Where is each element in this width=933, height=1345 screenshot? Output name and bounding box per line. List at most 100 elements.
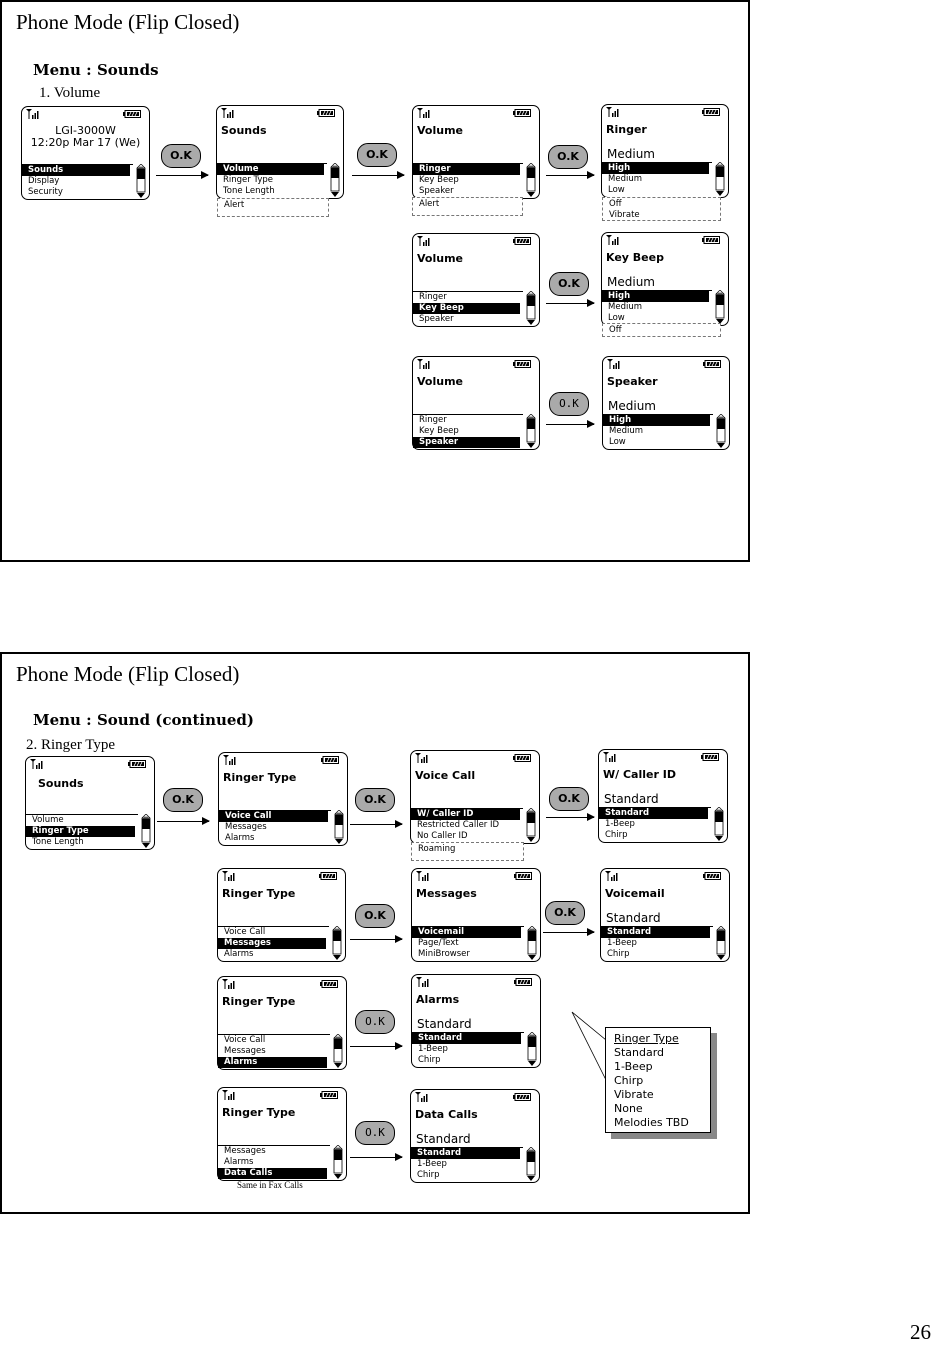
scrollbar[interactable]: [715, 290, 725, 324]
menu-item-selected[interactable]: Data Calls: [218, 1168, 327, 1179]
ok-button[interactable]: O.K: [355, 1010, 395, 1034]
menu-item[interactable]: Key Beep: [413, 426, 523, 437]
scrollbar[interactable]: [715, 162, 725, 196]
menu-item[interactable]: Chirp: [601, 949, 713, 960]
ok-button[interactable]: O.K: [549, 787, 589, 811]
scrollbar[interactable]: [333, 1145, 343, 1179]
menu-item[interactable]: MiniBrowser: [412, 949, 524, 960]
menu-item[interactable]: Tone Length: [26, 837, 138, 848]
menu-item[interactable]: Chirp: [412, 1055, 524, 1066]
menu-item[interactable]: Display: [22, 176, 133, 187]
menu-item[interactable]: Chirp: [411, 1170, 523, 1181]
menu-item[interactable]: Security: [22, 187, 133, 198]
scrollbar[interactable]: [527, 1032, 537, 1066]
ok-button[interactable]: O.K: [163, 788, 203, 812]
ok-button[interactable]: O.K: [355, 1121, 395, 1145]
scrollbar[interactable]: [526, 291, 536, 325]
menu-item[interactable]: No Caller ID: [411, 831, 523, 842]
menu-item[interactable]: Alarms: [218, 1157, 330, 1168]
callout-item: Melodies TBD: [614, 1116, 689, 1129]
menu-item[interactable]: Voice Call: [218, 927, 329, 938]
ok-button[interactable]: O.K: [161, 144, 201, 168]
menu-item[interactable]: Speaker: [413, 314, 523, 325]
menu-item-selected[interactable]: High: [603, 415, 710, 426]
menu-item-selected[interactable]: Ringer: [413, 164, 520, 175]
menu-item[interactable]: Restricted Caller ID: [411, 820, 523, 831]
menu-item[interactable]: Medium: [602, 302, 712, 313]
menu-item-selected[interactable]: W/ Caller ID: [411, 809, 520, 820]
scrollbar[interactable]: [526, 414, 536, 448]
menu-item[interactable]: Alarms: [219, 833, 331, 844]
menu-item-selected[interactable]: Voicemail: [412, 927, 521, 938]
menu-item[interactable]: Ringer Type: [217, 175, 327, 186]
menu-item[interactable]: Voice Call: [218, 1035, 330, 1046]
menu-item-selected[interactable]: High: [602, 291, 709, 302]
callout-item: Chirp: [614, 1074, 644, 1087]
ok-button[interactable]: O.K: [355, 904, 395, 928]
scrollbar[interactable]: [526, 1147, 536, 1181]
menu-item-selected[interactable]: Speaker: [413, 437, 520, 448]
current-value: Medium: [607, 147, 655, 161]
menu-item-selected[interactable]: Standard: [599, 808, 708, 819]
scrollbar[interactable]: [141, 814, 151, 848]
scrollbar[interactable]: [526, 808, 536, 842]
scrollbar[interactable]: [334, 810, 344, 844]
ok-button[interactable]: O.K: [549, 272, 589, 296]
menu-item[interactable]: Volume: [26, 815, 138, 826]
menu-item-selected[interactable]: High: [602, 163, 709, 174]
battery-icon: [128, 760, 146, 768]
ok-button[interactable]: O.K: [548, 145, 588, 169]
scrollbar[interactable]: [526, 163, 536, 197]
scrollbar[interactable]: [330, 163, 340, 197]
ok-button[interactable]: O.K: [355, 788, 395, 812]
menu-item[interactable]: 1-Beep: [412, 1044, 524, 1055]
menu-item-selected[interactable]: Messages: [218, 938, 326, 949]
screen-title: Messages: [416, 887, 477, 900]
scrollbar[interactable]: [136, 164, 146, 198]
menu-item[interactable]: Alarms: [218, 949, 329, 960]
scrollbar[interactable]: [527, 926, 537, 960]
menu-list: Standard 1-Beep Chirp: [411, 1147, 523, 1181]
menu-item-selected[interactable]: Key Beep: [413, 303, 520, 314]
scrollbar[interactable]: [716, 926, 726, 960]
menu-item-selected[interactable]: Ringer Type: [26, 826, 135, 837]
menu-item-selected[interactable]: Standard: [601, 927, 710, 938]
menu-item[interactable]: Ringer: [413, 415, 523, 426]
scrollbar[interactable]: [714, 807, 724, 841]
menu-item[interactable]: 1-Beep: [599, 819, 711, 830]
scrollbar[interactable]: [332, 926, 342, 960]
menu-item-selected[interactable]: Volume: [217, 164, 324, 175]
menu-item-selected[interactable]: Standard: [411, 1148, 520, 1159]
menu-item[interactable]: Chirp: [599, 830, 711, 841]
menu-item[interactable]: Messages: [218, 1146, 330, 1157]
screen-title: Sounds: [221, 124, 267, 137]
menu-item[interactable]: Ringer: [413, 292, 523, 303]
menu-item-selected[interactable]: Sounds: [22, 165, 130, 176]
menu-item[interactable]: 1-Beep: [411, 1159, 523, 1170]
menu-item[interactable]: Messages: [218, 1046, 330, 1057]
menu-item-selected[interactable]: Alarms: [218, 1057, 327, 1068]
signal-icon: [415, 753, 428, 763]
menu-item[interactable]: Key Beep: [413, 175, 523, 186]
menu-item-selected[interactable]: Voice Call: [219, 811, 328, 822]
flow-arrow: [543, 928, 595, 936]
ok-button[interactable]: O.K: [545, 901, 585, 925]
scrollbar[interactable]: [716, 414, 726, 448]
ok-button[interactable]: O.K: [357, 143, 397, 167]
menu-item[interactable]: Page/Text: [412, 938, 524, 949]
menu-item[interactable]: Tone Length: [217, 186, 327, 197]
phone-screen-alarms: Alarms Standard Standard 1-Beep Chirp: [411, 974, 541, 1068]
ok-button[interactable]: O.K: [549, 392, 589, 416]
flow-arrow: [546, 171, 595, 179]
menu-item[interactable]: Medium: [603, 426, 713, 437]
menu-item[interactable]: Messages: [219, 822, 331, 833]
scrollbar[interactable]: [333, 1034, 343, 1068]
menu-item[interactable]: Low: [602, 185, 712, 196]
menu-list: Ringer Key Beep Speaker: [413, 291, 523, 325]
screen-title: W/ Caller ID: [603, 768, 676, 781]
menu-item-selected[interactable]: Standard: [412, 1033, 521, 1044]
menu-item[interactable]: Low: [603, 437, 713, 448]
menu-item[interactable]: Speaker: [413, 186, 523, 197]
menu-item[interactable]: Medium: [602, 174, 712, 185]
menu-item[interactable]: 1-Beep: [601, 938, 713, 949]
